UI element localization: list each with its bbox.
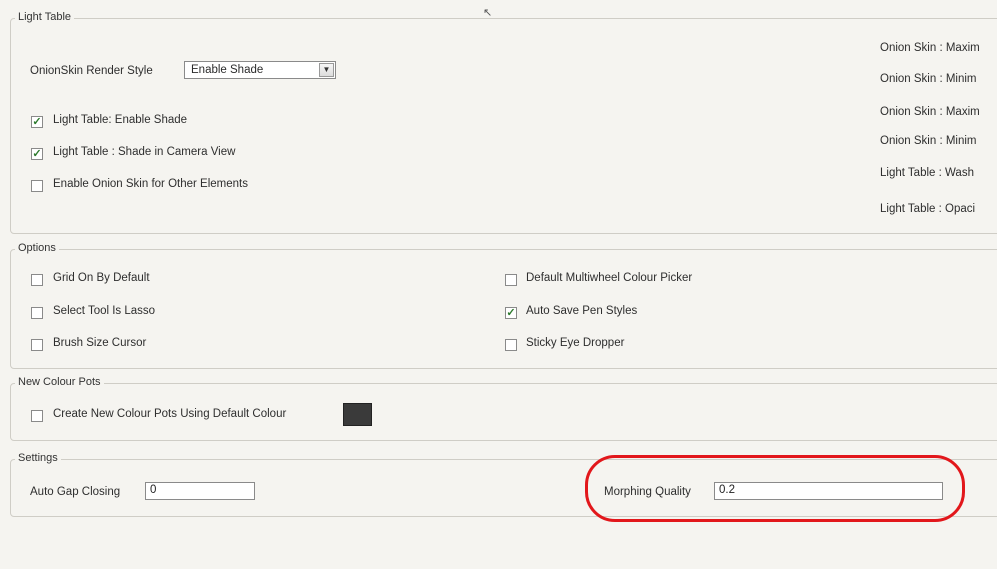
opacity-label: Light Table : Opaci <box>880 203 976 215</box>
multiwheel-label: Default Multiwheel Colour Picker <box>526 272 693 284</box>
brush-cursor-label: Brush Size Cursor <box>53 337 147 349</box>
sticky-dropper-checkbox[interactable] <box>505 339 517 351</box>
autosave-pen-label: Auto Save Pen Styles <box>526 305 638 317</box>
render-style-value: Enable Shade <box>191 64 264 76</box>
select-lasso-label: Select Tool Is Lasso <box>53 305 156 317</box>
wash-label: Light Table : Wash <box>880 167 974 179</box>
onion-other-checkbox[interactable] <box>31 180 43 192</box>
camera-view-checkbox[interactable] <box>31 148 43 160</box>
onion-min-label-1: Onion Skin : Minim <box>880 73 977 85</box>
autosave-pen-checkbox[interactable] <box>505 307 517 319</box>
enable-shade-label: Light Table: Enable Shade <box>53 114 188 126</box>
brush-cursor-checkbox[interactable] <box>31 339 43 351</box>
colour-pots-title: New Colour Pots <box>15 376 104 388</box>
render-style-dropdown[interactable]: Enable Shade ▼ <box>184 61 336 79</box>
grid-default-checkbox[interactable] <box>31 274 43 286</box>
select-lasso-checkbox[interactable] <box>31 307 43 319</box>
enable-shade-checkbox[interactable] <box>31 116 43 128</box>
multiwheel-checkbox[interactable] <box>505 274 517 286</box>
default-colour-label: Create New Colour Pots Using Default Col… <box>53 408 287 420</box>
camera-view-label: Light Table : Shade in Camera View <box>53 146 236 158</box>
chevron-down-icon[interactable]: ▼ <box>319 63 334 77</box>
default-colour-swatch[interactable] <box>343 403 372 426</box>
onion-max-label-2: Onion Skin : Maxim <box>880 106 980 118</box>
light-table-title: Light Table <box>15 11 75 23</box>
light-table-group: Light Table <box>10 11 997 234</box>
highlight-annotation <box>585 455 965 522</box>
grid-default-label: Grid On By Default <box>53 272 150 284</box>
onion-min-label-2: Onion Skin : Minim <box>880 135 977 147</box>
render-style-label: OnionSkin Render Style <box>30 65 153 77</box>
onion-other-label: Enable Onion Skin for Other Elements <box>53 178 248 190</box>
sticky-dropper-label: Sticky Eye Dropper <box>526 337 625 349</box>
default-colour-checkbox[interactable] <box>31 410 43 422</box>
auto-gap-input[interactable]: 0 <box>145 482 255 500</box>
options-title: Options <box>15 242 59 254</box>
settings-title: Settings <box>15 452 61 464</box>
auto-gap-label: Auto Gap Closing <box>30 486 121 498</box>
onion-max-label-1: Onion Skin : Maxim <box>880 42 980 54</box>
options-group: Options <box>10 242 997 369</box>
